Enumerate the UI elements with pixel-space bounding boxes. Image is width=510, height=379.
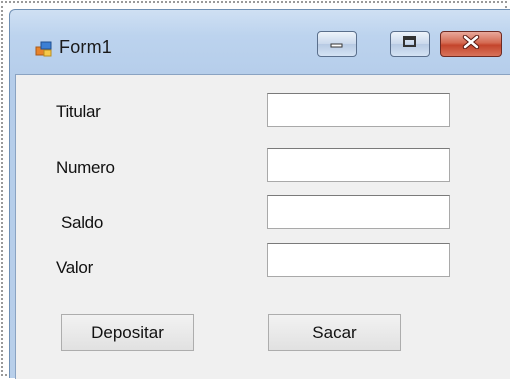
numero-label: Numero — [56, 158, 115, 177]
numero-input[interactable] — [267, 148, 450, 182]
close-button[interactable] — [440, 31, 502, 57]
form-app-icon — [35, 40, 53, 58]
form-window: Form1 Titular Numero Saldo Valor Deposit… — [9, 9, 510, 379]
saldo-input[interactable] — [267, 195, 450, 229]
title-bar[interactable]: Form1 — [10, 10, 510, 74]
titular-label: Titular — [56, 102, 101, 121]
minimize-icon — [329, 35, 345, 53]
valor-input[interactable] — [267, 243, 450, 277]
window-title: Form1 — [59, 37, 113, 57]
valor-label: Valor — [56, 258, 93, 277]
maximize-icon — [402, 35, 418, 53]
form-client-area: Titular Numero Saldo Valor Depositar Sac… — [15, 74, 510, 379]
close-icon — [462, 34, 480, 54]
depositar-button[interactable]: Depositar — [61, 314, 194, 351]
saldo-label: Saldo — [61, 213, 103, 232]
sacar-button[interactable]: Sacar — [268, 314, 401, 351]
maximize-button[interactable] — [390, 31, 430, 57]
minimize-button[interactable] — [317, 31, 357, 57]
titular-input[interactable] — [267, 93, 450, 127]
